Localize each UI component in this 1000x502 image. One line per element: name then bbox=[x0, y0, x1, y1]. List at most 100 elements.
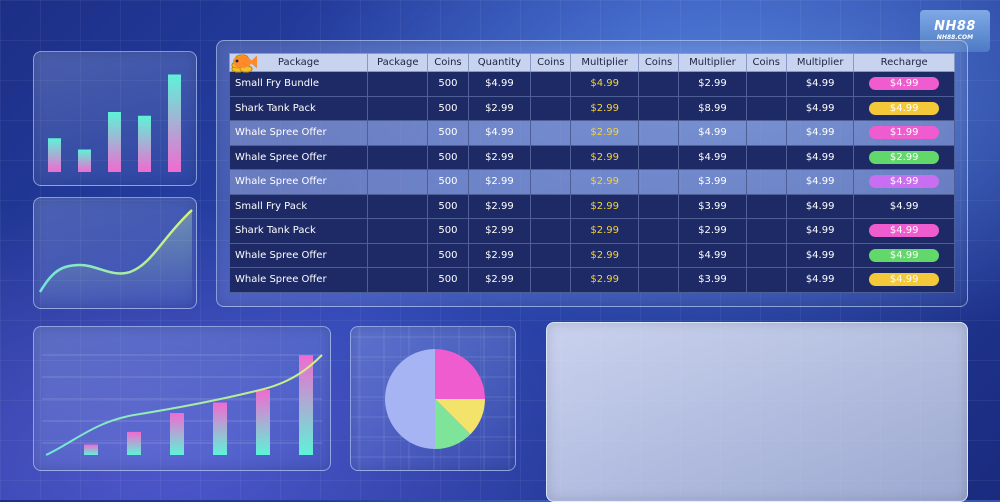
coins-icon-cell bbox=[231, 54, 680, 195]
recharge-cell[interactable]: $4.99 bbox=[853, 242, 955, 268]
coins-icon-cell bbox=[231, 54, 680, 170]
recharge-button[interactable]: $4.99 bbox=[869, 175, 940, 189]
multiplier-value: $4.99 bbox=[678, 144, 747, 170]
multiplier-value: $4.99 bbox=[785, 267, 855, 293]
recharge-button[interactable]: $4.99 bbox=[869, 248, 940, 262]
recharge-button[interactable]: $1.99 bbox=[869, 126, 940, 140]
bar bbox=[256, 389, 270, 455]
recharge-button[interactable]: $4.99 bbox=[869, 101, 940, 115]
column-header[interactable]: Multiplier bbox=[570, 53, 639, 72]
table-row[interactable]: Shark Tank Pack 500 $2.99 $2.99 $8.99 $4.99 $4… bbox=[228, 53, 955, 121]
package-name: Whale Spree Offer bbox=[228, 267, 369, 293]
coins-icon-cell bbox=[231, 54, 680, 146]
package-icon-cell bbox=[232, 53, 429, 293]
multiplier-value: $4.99 bbox=[785, 193, 855, 219]
coins-icon-cell bbox=[231, 54, 680, 244]
recharge-cell[interactable]: $4.99 bbox=[853, 193, 955, 219]
bar bbox=[138, 115, 151, 172]
multiplier-value: $2.99 bbox=[570, 218, 639, 244]
table-row[interactable]: Whale Spree Offer 500 $2.99 $2.99 $4.99 $4.99… bbox=[228, 53, 955, 170]
table-row[interactable]: Shark Tank Pack 500 $2.99 $2.99 $2.99 $4.99 $4… bbox=[228, 53, 955, 244]
line-chart-panel bbox=[33, 197, 197, 309]
multiplier-value: $2.99 bbox=[570, 267, 639, 293]
column-header[interactable]: Multiplier bbox=[678, 53, 747, 72]
column-header[interactable]: Package bbox=[367, 53, 429, 72]
bar-chart bbox=[48, 74, 181, 172]
package-icon-cell bbox=[232, 53, 429, 268]
bar bbox=[108, 112, 121, 172]
column-header[interactable]: Recharge bbox=[853, 53, 955, 72]
coins-fish-cell bbox=[232, 53, 787, 195]
quantity-value: $2.99 bbox=[467, 169, 532, 195]
recharge-cell[interactable]: $4.99 bbox=[853, 95, 955, 121]
fish-icon bbox=[232, 53, 257, 68]
empty-panel bbox=[546, 322, 968, 502]
coins-value: 500 bbox=[427, 95, 469, 121]
recharge-button[interactable]: $4.99 bbox=[869, 224, 940, 238]
multiplier-value: $8.99 bbox=[678, 95, 747, 121]
column-header[interactable]: Coins bbox=[637, 53, 680, 72]
recharge-button[interactable]: $4.99 bbox=[869, 77, 940, 91]
pie-chart-panel bbox=[350, 326, 516, 471]
column-header[interactable]: Quantity bbox=[467, 53, 532, 72]
bar bbox=[84, 444, 98, 455]
coins-fish-cell bbox=[232, 53, 787, 146]
pie-slice bbox=[385, 349, 435, 449]
table-row[interactable]: Small Fry Pack 500 $2.99 $2.99 $3.99 $4.99 $4.… bbox=[228, 53, 955, 219]
coins-value: 500 bbox=[427, 218, 469, 244]
package-icon-cell bbox=[232, 53, 429, 219]
table-row[interactable]: Whale Spree Offer 500 $2.99 $2.99 $4.99 $4.99… bbox=[228, 53, 955, 268]
recharge-button[interactable]: $2.99 bbox=[869, 150, 940, 164]
growth-chart bbox=[42, 354, 323, 456]
coins-icon-cell bbox=[231, 54, 572, 121]
multiplier-value: $4.99 bbox=[785, 144, 855, 170]
recharge-cell[interactable]: $2.99 bbox=[853, 144, 955, 170]
multiplier-value: $3.99 bbox=[678, 193, 747, 219]
quantity-value: $4.99 bbox=[467, 120, 532, 146]
coins-icon-cell bbox=[231, 54, 572, 268]
package-name: Whale Spree Offer bbox=[228, 144, 369, 170]
multiplier-value: $4.99 bbox=[785, 169, 855, 195]
coins-icon-cell bbox=[231, 54, 680, 293]
bar bbox=[127, 431, 141, 455]
table-header-row: Package Package Coins Quantity Coins Multipli… bbox=[228, 53, 955, 72]
coins-icon-cell bbox=[231, 54, 572, 170]
multiplier-value: $4.99 bbox=[785, 242, 855, 268]
package-name: Whale Spree Offer bbox=[228, 120, 369, 146]
column-header[interactable]: Coins bbox=[745, 53, 787, 72]
multiplier-value: $4.99 bbox=[678, 120, 747, 146]
quantity-value: $2.99 bbox=[467, 95, 532, 121]
coins-icon-cell bbox=[231, 54, 572, 293]
table-row[interactable]: Whale Spree Offer 500 $2.99 $2.99 $3.99 $4.99… bbox=[228, 53, 955, 293]
recharge-cell[interactable]: $4.99 bbox=[853, 218, 955, 244]
multiplier-value: $4.99 bbox=[570, 71, 639, 97]
multiplier-value: $4.99 bbox=[785, 95, 855, 121]
recharge-cell[interactable]: $1.99 bbox=[853, 120, 955, 146]
coins-icon-cell bbox=[231, 54, 680, 268]
multiplier-value: $2.99 bbox=[570, 95, 639, 121]
quantity-value: $2.99 bbox=[467, 193, 532, 219]
recharge-value: $4.99 bbox=[889, 200, 919, 212]
table-row[interactable]: Small Fry Bundle 500 $4.99 $4.99 $2.99 $4.99 $… bbox=[228, 53, 955, 97]
recharge-cell[interactable]: $4.99 bbox=[853, 71, 955, 97]
recharge-cell[interactable]: $4.99 bbox=[853, 169, 955, 195]
bar bbox=[168, 74, 181, 172]
bar bbox=[170, 413, 184, 455]
coins-icon-cell bbox=[231, 54, 572, 146]
recharge-button[interactable]: $4.99 bbox=[869, 273, 940, 287]
table-row[interactable]: Whale Spree Offer 500 $2.99 $2.99 $3.99 $4.99… bbox=[228, 53, 955, 195]
package-name: Shark Tank Pack bbox=[228, 218, 369, 244]
column-header[interactable]: Coins bbox=[530, 53, 572, 72]
coins-value: 500 bbox=[427, 267, 469, 293]
column-header[interactable]: Coins bbox=[427, 53, 469, 72]
table-row[interactable]: Whale Spree Offer 500 $4.99 $2.99 $4.99 $4.99… bbox=[228, 53, 955, 146]
package-name: Whale Spree Offer bbox=[228, 169, 369, 195]
package-name: Whale Spree Offer bbox=[228, 242, 369, 268]
multiplier-value: $3.99 bbox=[678, 169, 747, 195]
recharge-cell[interactable]: $4.99 bbox=[853, 267, 955, 293]
quantity-value: $2.99 bbox=[467, 267, 532, 293]
coins-fish-cell bbox=[232, 53, 787, 97]
bar bbox=[48, 138, 61, 172]
coins-fish-cell bbox=[232, 53, 787, 121]
column-header[interactable]: Multiplier bbox=[785, 53, 855, 72]
